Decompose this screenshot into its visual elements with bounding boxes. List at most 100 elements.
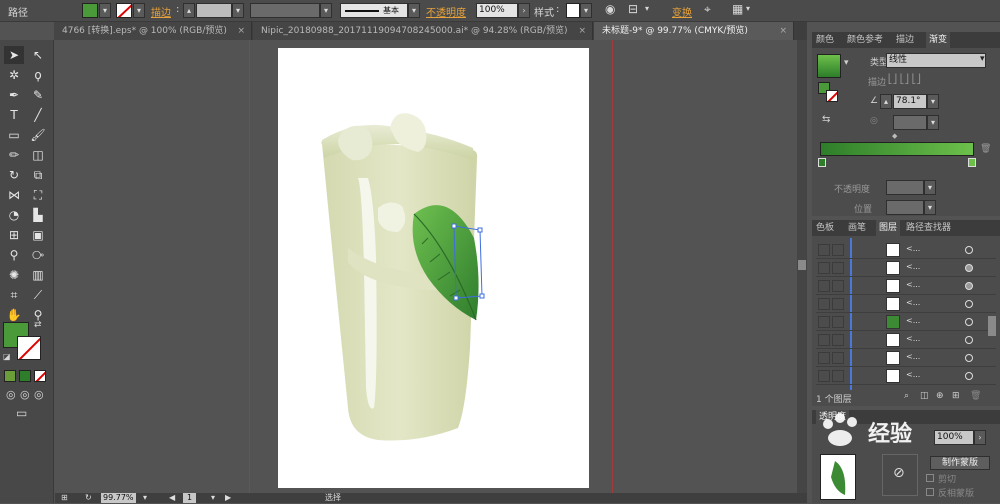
tab-color[interactable]: 颜色 — [816, 32, 834, 48]
visibility-toggle[interactable] — [818, 316, 830, 328]
pen-tool-icon[interactable]: ✒ — [4, 86, 24, 104]
stroke-mini-swatch[interactable] — [826, 90, 838, 102]
eraser-tool-icon[interactable]: ◫ — [28, 146, 48, 164]
gradient-mode-icon[interactable] — [19, 370, 31, 382]
canvas-area[interactable] — [55, 40, 807, 493]
lock-toggle[interactable] — [832, 352, 844, 364]
none-mode-icon[interactable] — [34, 370, 46, 382]
layer-row[interactable]: <... — [816, 260, 996, 277]
visibility-toggle[interactable] — [818, 280, 830, 292]
transparency-opacity-field[interactable]: 100% — [934, 430, 974, 445]
lock-toggle[interactable] — [832, 298, 844, 310]
type-dropdown-icon[interactable]: ▾ — [980, 54, 985, 64]
layer-row[interactable]: <... — [816, 314, 996, 331]
swap-colors-icon[interactable]: ⇄ — [34, 320, 42, 330]
style-swatch[interactable] — [566, 3, 580, 18]
lock-toggle[interactable] — [832, 370, 844, 382]
visibility-toggle[interactable] — [818, 262, 830, 274]
gradient-preview-dropdown-icon[interactable]: ▾ — [844, 58, 849, 68]
tab-layers[interactable]: 图层 — [876, 220, 901, 236]
chart-tool-icon[interactable]: ▙ — [28, 206, 48, 224]
scrollbar-thumb[interactable] — [798, 260, 806, 270]
midpoint-diamond-icon[interactable]: ◆ — [892, 132, 897, 140]
layer-row[interactable]: <... — [816, 350, 996, 367]
shape-builder-tool-icon[interactable]: ◔ — [4, 206, 24, 224]
reverse-gradient-icon[interactable]: ⇆ — [822, 114, 830, 125]
tab-stroke[interactable]: 描边 — [896, 32, 914, 48]
column-graph-tool-icon[interactable]: ▥ — [28, 266, 48, 284]
page-dropdown-icon[interactable]: ▾ — [211, 493, 215, 503]
invert-mask-checkbox[interactable] — [926, 488, 934, 496]
lock-toggle[interactable] — [832, 316, 844, 328]
target-icon[interactable] — [965, 372, 973, 380]
target-icon[interactable] — [965, 246, 973, 254]
screen-mode-icon[interactable]: ▭ — [16, 406, 27, 420]
zoom-dropdown-icon[interactable]: ▾ — [143, 493, 147, 503]
gradient-slider-bar[interactable] — [820, 142, 974, 156]
target-icon[interactable] — [965, 282, 973, 290]
draw-behind-icon[interactable]: ◎ — [20, 388, 30, 401]
eyedropper-tool-icon[interactable]: ⚲ — [4, 246, 24, 264]
target-icon[interactable] — [965, 300, 973, 308]
target-icon[interactable] — [965, 264, 973, 272]
gradient-stop-start[interactable] — [818, 158, 826, 167]
fill-swatch[interactable] — [82, 3, 98, 18]
curvature-tool-icon[interactable]: ✎ — [28, 86, 48, 104]
lock-toggle[interactable] — [832, 280, 844, 292]
paintbrush-tool-icon[interactable]: 🖌 — [28, 126, 48, 144]
stroke-color-swatch[interactable] — [17, 336, 41, 360]
rectangle-tool-icon[interactable]: ▭ — [4, 126, 24, 144]
mesh-tool-icon[interactable]: ⊞ — [4, 226, 24, 244]
opacity-field[interactable]: 100% — [476, 3, 518, 18]
profile-dropdown[interactable]: ▾ — [408, 3, 420, 18]
gradient-stop-end[interactable] — [968, 158, 976, 167]
document-tab-active[interactable]: 未标题-9* @ 99.77% (CMYK/预览) × — [594, 22, 794, 40]
style-dropdown[interactable]: ▾ — [580, 3, 592, 18]
line-tool-icon[interactable]: ╱ — [28, 106, 48, 124]
symbol-sprayer-tool-icon[interactable]: ✺ — [4, 266, 24, 284]
stroke-dropdown[interactable]: ▾ — [133, 3, 145, 18]
make-clip-mask-icon[interactable]: ◫ — [920, 391, 929, 401]
tab-pathfinder[interactable]: 路径查找器 — [906, 220, 951, 236]
next-artboard-icon[interactable]: ▶ — [225, 493, 231, 503]
make-mask-button[interactable]: 制作蒙版 — [930, 456, 990, 470]
lock-toggle[interactable] — [832, 244, 844, 256]
target-icon[interactable] — [965, 354, 973, 362]
arrange-icon[interactable]: ▦ — [732, 2, 743, 16]
layer-row[interactable]: <... — [816, 278, 996, 295]
type-select[interactable]: 线性 — [886, 53, 986, 68]
stroke-weight-dropdown[interactable]: ▾ — [232, 3, 244, 18]
document-tab[interactable]: 4766 [转换].eps* @ 100% (RGB/预览) × — [54, 22, 252, 40]
transform-link[interactable]: 变换 — [672, 4, 692, 19]
rotate-tool-icon[interactable]: ↻ — [4, 166, 24, 184]
slice-tool-icon[interactable]: ⟋ — [28, 286, 48, 304]
artboard-tool-icon[interactable]: ⌗ — [4, 286, 24, 304]
gradient-opacity-field[interactable] — [886, 180, 924, 195]
free-transform-tool-icon[interactable]: ⛶ — [28, 186, 48, 204]
stroke-weight-stepper[interactable]: ▴ — [183, 3, 195, 18]
angle-field[interactable]: 78.1° — [893, 94, 927, 109]
brush-profile-field[interactable]: 基本 — [340, 3, 408, 18]
tab-swatches[interactable]: 色板 — [816, 220, 834, 236]
vertical-scrollbar[interactable] — [797, 40, 807, 493]
gradient-opacity-dropdown[interactable]: ▾ — [924, 180, 936, 195]
target-icon[interactable] — [965, 336, 973, 344]
visibility-toggle[interactable] — [818, 370, 830, 382]
tab-color-guide[interactable]: 颜色参考 — [847, 32, 883, 48]
lock-toggle[interactable] — [832, 334, 844, 346]
align-icon[interactable]: ⊟ — [628, 2, 638, 16]
mask-thumbnail[interactable]: ⊘ — [882, 454, 918, 496]
fill-dropdown[interactable]: ▾ — [99, 3, 111, 18]
angle-dropdown[interactable]: ▾ — [927, 94, 939, 109]
gradient-position-dropdown[interactable]: ▾ — [924, 200, 936, 215]
direct-selection-tool-icon[interactable]: ↖ — [28, 46, 48, 64]
lock-toggle[interactable] — [832, 262, 844, 274]
angle-stepper[interactable]: ▴ — [880, 94, 892, 109]
artboard-nav-icon[interactable]: ⊞ — [61, 493, 68, 503]
visibility-toggle[interactable] — [818, 352, 830, 364]
transparency-opacity-dropdown[interactable]: › — [974, 430, 986, 445]
pencil-tool-icon[interactable]: ✏ — [4, 146, 24, 164]
color-mode-icon[interactable] — [4, 370, 16, 382]
layers-scrollbar-thumb[interactable] — [988, 316, 996, 336]
layer-row[interactable]: <... — [816, 296, 996, 313]
